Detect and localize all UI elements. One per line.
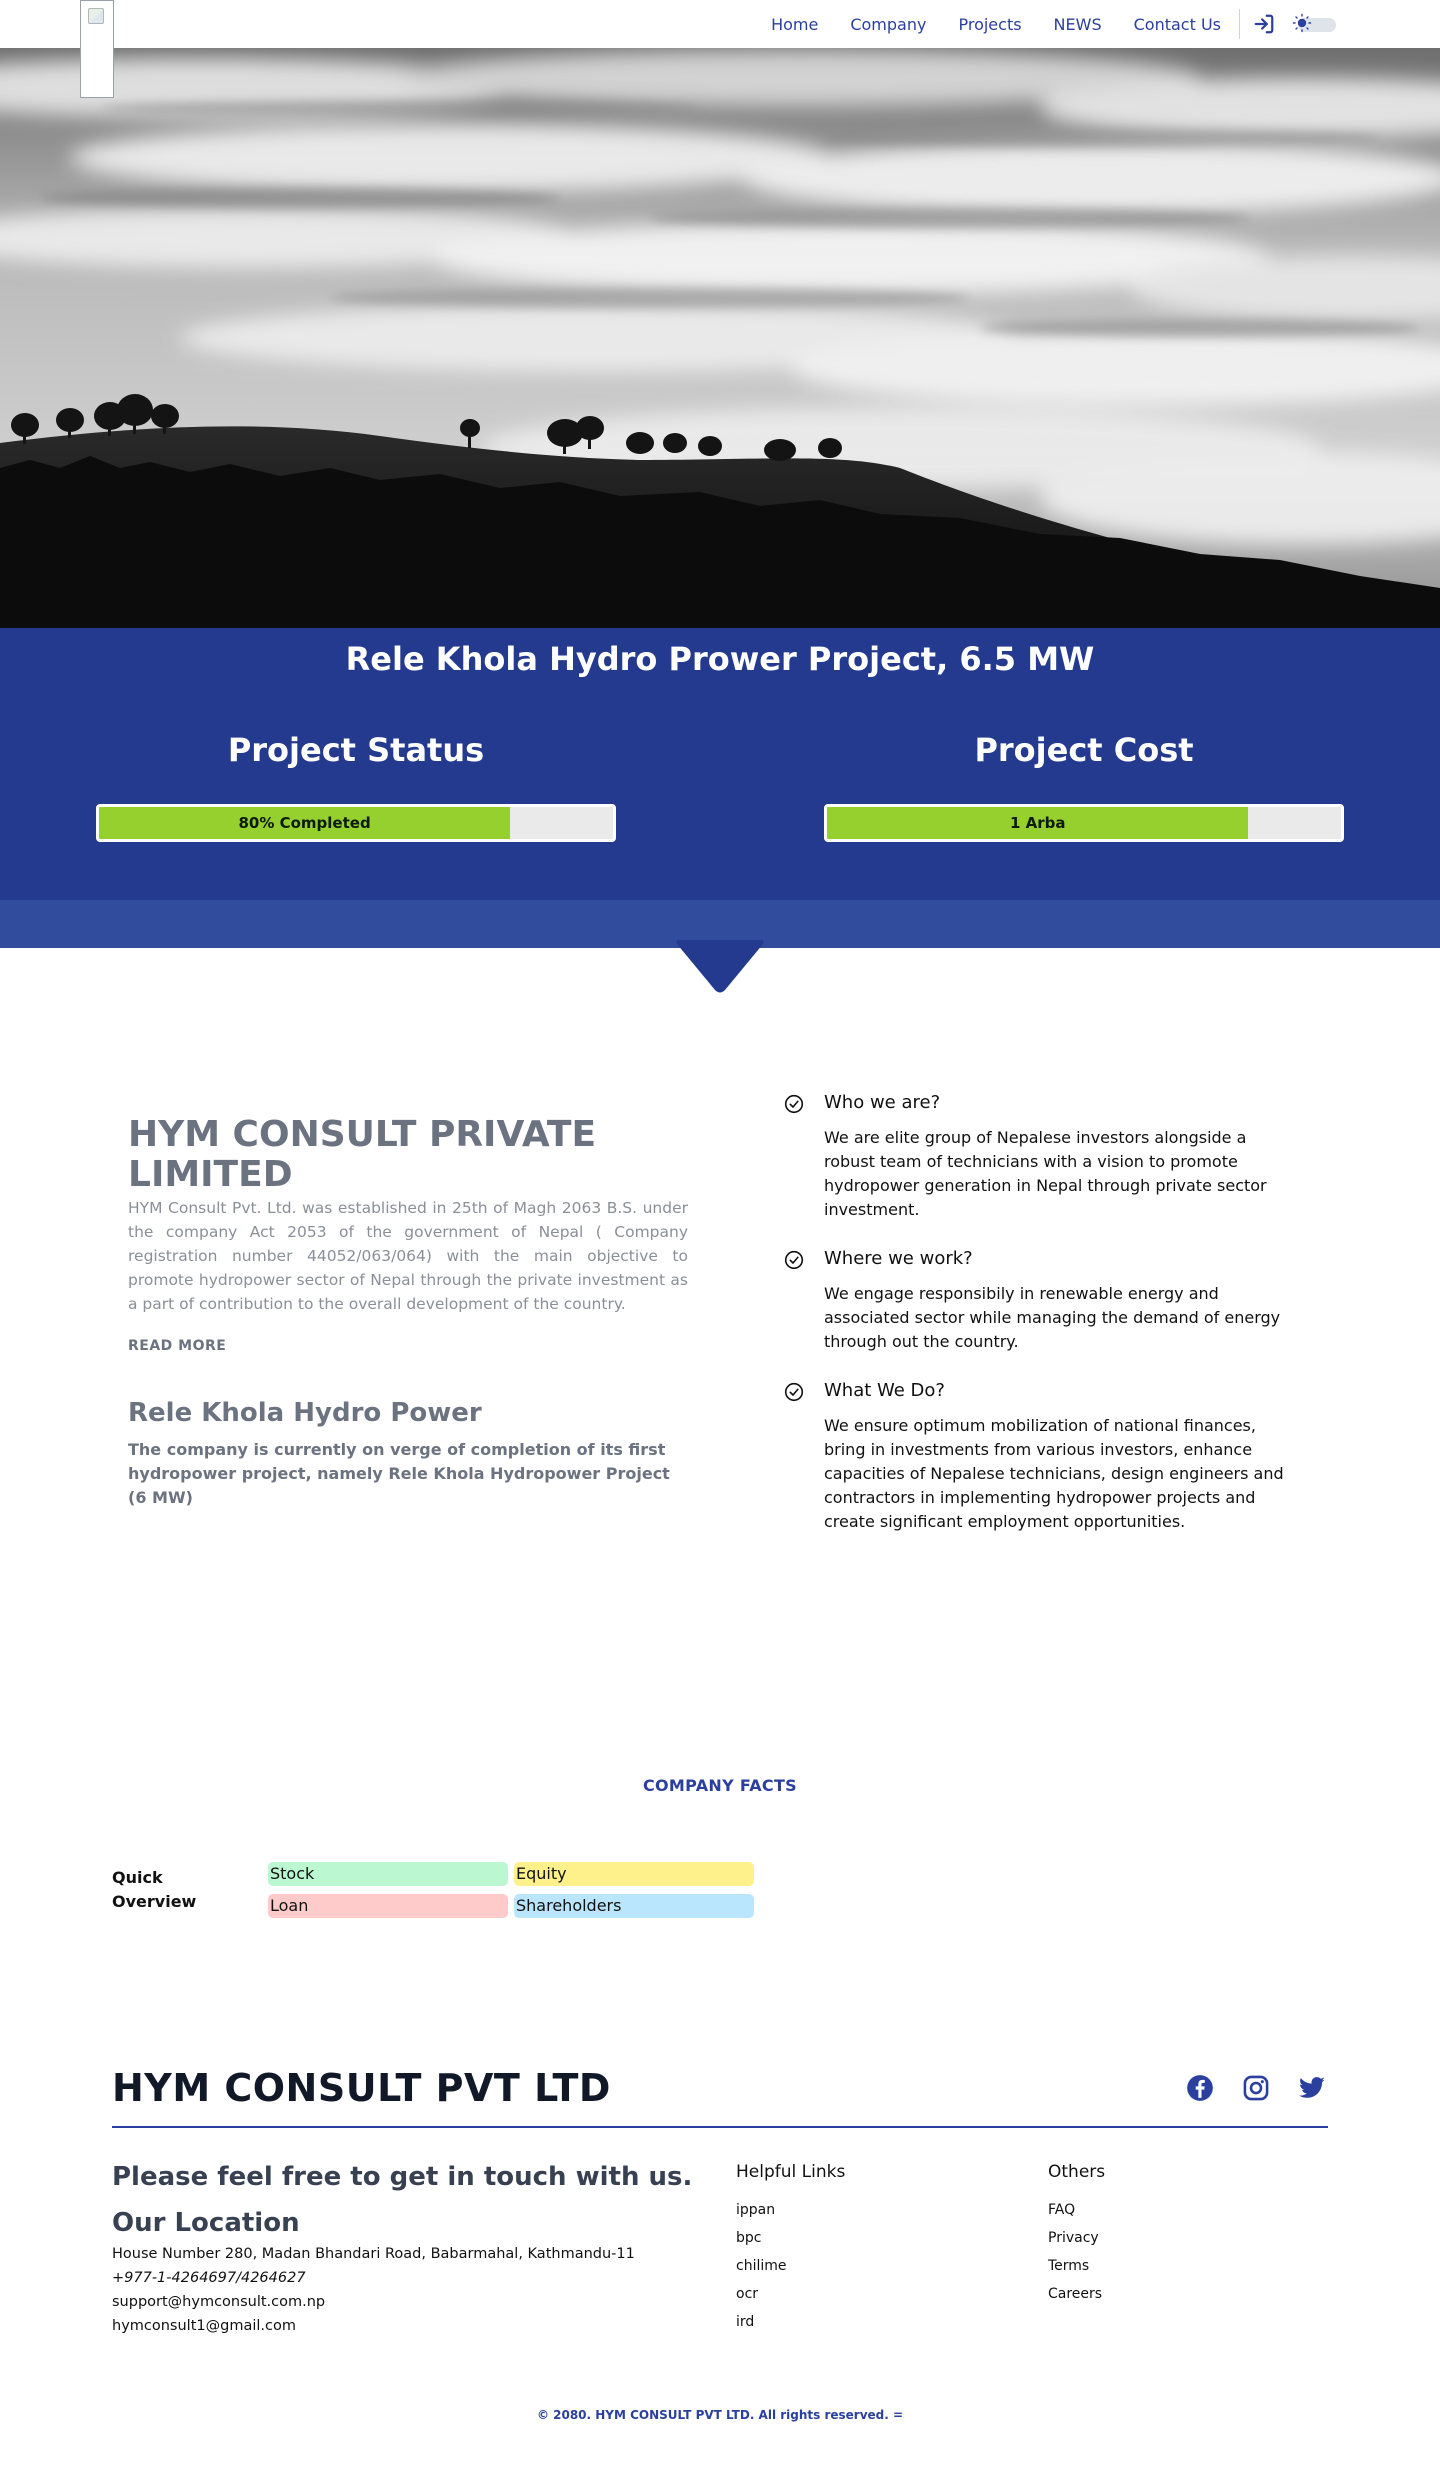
footer-divider — [112, 2126, 1328, 2128]
feature-text: We engage responsibily in renewable ener… — [824, 1284, 1281, 1351]
fact-pill-loan[interactable]: Loan — [268, 1894, 508, 1918]
get-in-touch-heading: Please feel free to get in touch with us… — [112, 2162, 693, 2192]
helpful-link-bpc[interactable]: bpc — [736, 2230, 761, 2246]
login-icon[interactable] — [1252, 12, 1276, 36]
others-link-faq[interactable]: FAQ — [1048, 2202, 1075, 2218]
nav-links: Home Company Projects NEWS Contact Us — [739, 0, 1336, 48]
scroll-down-chevron-icon[interactable] — [675, 938, 765, 994]
quick-overview-label: Quick Overview — [112, 1868, 197, 1911]
company-description: HYM Consult Pvt. Ltd. was established in… — [128, 1199, 688, 1313]
others-link-privacy[interactable]: Privacy — [1048, 2230, 1099, 2246]
address-text: House Number 280, Madan Bhandari Road, B… — [112, 2246, 635, 2262]
fact-pill-stock[interactable]: Stock — [268, 1862, 508, 1886]
project-title: Rele Khola Hydro Prower Project, 6.5 MW — [345, 640, 1095, 678]
feature-title: Where we work? — [824, 1248, 973, 1269]
copyright-text: © 2080. HYM CONSULT PVT LTD. All rights … — [536, 2408, 904, 2422]
helpful-link-chilime[interactable]: chilime — [736, 2258, 787, 2274]
others-heading: Others — [1048, 2162, 1106, 2182]
email-gmail-link[interactable]: hymconsult1@gmail.com — [112, 2318, 296, 2334]
feature-text: We ensure optimum mobilization of nation… — [824, 1416, 1284, 1531]
broken-image-icon — [88, 8, 104, 24]
hero-image — [0, 48, 1440, 628]
check-circle-icon — [784, 1250, 804, 1270]
read-more-link[interactable]: READ MORE — [128, 1338, 226, 1354]
nav-link-projects[interactable]: Projects — [958, 15, 1021, 34]
fact-pill-shareholders[interactable]: Shareholders — [514, 1894, 754, 1918]
nav-link-home[interactable]: Home — [771, 15, 818, 34]
facebook-icon[interactable] — [1186, 2074, 1214, 2102]
nav-link-news[interactable]: NEWS — [1054, 15, 1102, 34]
our-location-heading: Our Location — [112, 2208, 300, 2238]
rele-khola-description: The company is currently on verge of com… — [128, 1440, 670, 1507]
top-navbar: Home Company Projects NEWS Contact Us — [0, 0, 1440, 98]
helpful-links-heading: Helpful Links — [736, 2162, 846, 2182]
nav-divider — [1239, 9, 1240, 39]
company-logo[interactable] — [80, 0, 114, 98]
twitter-icon[interactable] — [1298, 2074, 1326, 2102]
helpful-link-ippan[interactable]: ippan — [736, 2202, 775, 2218]
theme-toggle-icon — [1292, 13, 1312, 33]
feature-title: What We Do? — [824, 1380, 945, 1401]
check-circle-icon — [784, 1382, 804, 1402]
check-circle-icon — [784, 1094, 804, 1114]
project-status-label: 80% Completed — [238, 814, 371, 832]
nav-link-company[interactable]: Company — [850, 15, 926, 34]
others-link-careers[interactable]: Careers — [1048, 2286, 1102, 2302]
phone-text: +977-1-4264697/4264627 — [112, 2270, 306, 2286]
nav-link-contact[interactable]: Contact Us — [1134, 15, 1221, 34]
helpful-link-ird[interactable]: ird — [736, 2314, 754, 2330]
project-status-heading: Project Status — [227, 731, 485, 769]
company-name-heading: HYM CONSULT PRIVATE LIMITED — [128, 1114, 597, 1195]
project-cost-bar: 1 Arba — [824, 804, 1344, 842]
feature-title: Who we are? — [824, 1092, 941, 1113]
theme-toggle[interactable] — [1292, 13, 1336, 33]
project-cost-label: 1 Arba — [1009, 814, 1066, 832]
fact-pill-equity[interactable]: Equity — [514, 1862, 754, 1886]
helpful-link-ocr[interactable]: ocr — [736, 2286, 758, 2302]
rele-khola-heading: Rele Khola Hydro Power — [128, 1398, 482, 1428]
feature-text: We are elite group of Nepalese investors… — [824, 1128, 1267, 1219]
instagram-icon[interactable] — [1242, 2074, 1270, 2102]
company-facts-heading: COMPANY FACTS — [642, 1776, 797, 1795]
others-link-terms[interactable]: Terms — [1048, 2258, 1089, 2274]
project-status-bar: 80% Completed — [96, 804, 616, 842]
footer-brand: HYM CONSULT PVT LTD — [112, 2066, 611, 2110]
email-support-link[interactable]: support@hymconsult.com.np — [112, 2294, 325, 2310]
project-cost-heading: Project Cost — [974, 731, 1194, 769]
